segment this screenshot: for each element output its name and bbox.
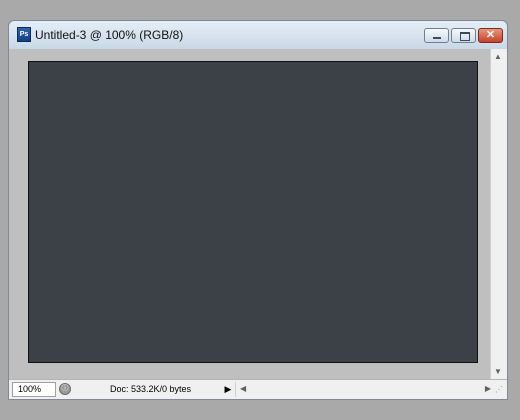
status-bar: 100% ⓘ Doc: 533.2K/0 bytes ▶ ◀ ▶ ⋰ [9, 379, 507, 399]
maximize-icon [460, 32, 470, 41]
maximize-button[interactable] [451, 28, 476, 43]
scroll-up-arrow-icon[interactable]: ▲ [494, 52, 502, 61]
photoshop-app-icon: Ps [17, 27, 31, 42]
horizontal-scrollbar[interactable]: ◀ ▶ [235, 382, 493, 397]
close-button[interactable]: ✕ [478, 28, 503, 43]
scroll-down-arrow-icon[interactable]: ▼ [494, 367, 502, 376]
document-canvas[interactable] [28, 61, 478, 363]
resize-grip-icon[interactable]: ⋰ [493, 382, 505, 397]
minimize-button[interactable] [424, 28, 449, 43]
status-menu-arrow-icon[interactable]: ▶ [222, 382, 234, 397]
document-info: Doc: 533.2K/0 bytes [110, 384, 192, 394]
vertical-scrollbar[interactable]: ▲ ▼ [490, 49, 507, 379]
zoom-level-field[interactable]: 100% [12, 382, 56, 397]
close-icon: ✕ [485, 29, 496, 41]
window-titlebar[interactable]: Ps Untitled-3 @ 100% (RGB/8) ✕ [9, 21, 507, 49]
document-window: Ps Untitled-3 @ 100% (RGB/8) ✕ ▲ ▼ 100% … [8, 20, 508, 400]
minimize-icon [433, 37, 441, 39]
canvas-pasteboard[interactable] [9, 49, 490, 379]
scroll-right-arrow-icon[interactable]: ▶ [485, 384, 491, 393]
window-title: Untitled-3 @ 100% (RGB/8) [35, 28, 184, 42]
status-info-icon[interactable]: ⓘ [59, 383, 71, 395]
scroll-left-arrow-icon[interactable]: ◀ [240, 384, 246, 393]
